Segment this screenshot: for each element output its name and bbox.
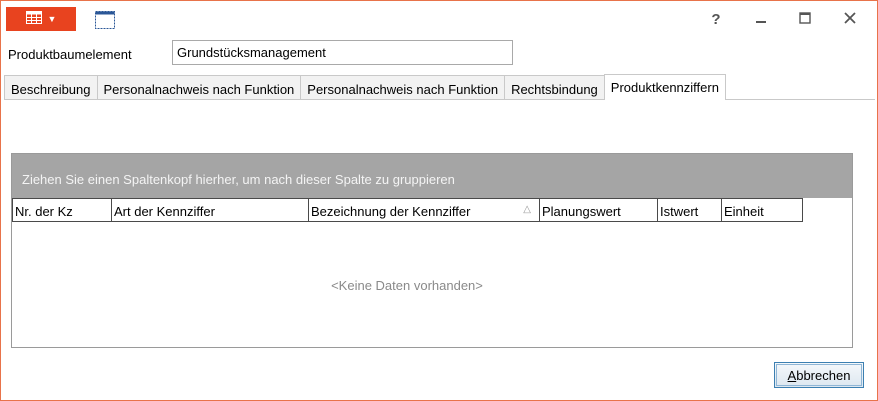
- tab-label: Rechtsbindung: [511, 82, 598, 97]
- close-icon: [844, 11, 856, 27]
- minimize-icon: [755, 12, 767, 27]
- column-header-label: Planungswert: [542, 204, 621, 219]
- tab-label: Personalnachweis nach Funktion: [103, 82, 295, 97]
- title-bar: ▼ ?: [1, 1, 877, 37]
- sort-ascending-icon: △: [523, 204, 531, 215]
- tab-personalnachweis-1[interactable]: Personalnachweis nach Funktion: [96, 75, 302, 100]
- column-header-label: Einheit: [724, 204, 764, 219]
- column-header-planungswert[interactable]: Planungswert: [540, 198, 658, 222]
- grid-header-row: Nr. der Kz Art der Kennziffer Bezeichnun…: [12, 198, 803, 222]
- column-header-art[interactable]: Art der Kennziffer: [112, 198, 309, 222]
- produktbaumelement-input[interactable]: [172, 40, 513, 65]
- tab-personalnachweis-2[interactable]: Personalnachweis nach Funktion: [300, 75, 506, 100]
- group-by-hint: Ziehen Sie einen Spaltenkopf hierher, um…: [22, 172, 455, 187]
- column-header-einheit[interactable]: Einheit: [722, 198, 803, 222]
- close-button[interactable]: [833, 5, 867, 33]
- window-layout-icon: [94, 11, 116, 33]
- cancel-accesskey: A: [787, 367, 797, 383]
- tab-rechtsbindung[interactable]: Rechtsbindung: [504, 75, 605, 100]
- help-label: ?: [711, 10, 721, 28]
- group-by-panel[interactable]: Ziehen Sie einen Spaltenkopf hierher, um…: [12, 154, 852, 198]
- caret-down-icon: ▼: [47, 13, 57, 24]
- maximize-icon: [799, 11, 811, 27]
- dialog-window: ▼ ? Produktbaumelement Grundstücksmanage…: [0, 0, 878, 401]
- tab-label: Produktkennziffern: [610, 80, 719, 95]
- cancel-button[interactable]: Abbrechen: [774, 362, 864, 388]
- window-layout-button[interactable]: [94, 10, 116, 30]
- help-button[interactable]: ?: [699, 5, 733, 33]
- app-menu-button[interactable]: ▼: [6, 7, 76, 31]
- column-header-label: Bezeichnung der Kennziffer: [311, 204, 471, 219]
- column-header-label: Nr. der Kz: [15, 204, 73, 219]
- grid-icon: [25, 11, 42, 27]
- empty-grid-message: <Keine Daten vorhanden>: [331, 278, 483, 293]
- minimize-button[interactable]: [744, 5, 778, 33]
- tab-label: Personalnachweis nach Funktion: [307, 82, 499, 97]
- tab-produktkennziffern[interactable]: Produktkennziffern: [603, 74, 726, 100]
- tab-beschreibung[interactable]: Beschreibung: [4, 75, 98, 100]
- tab-strip: Beschreibung Personalnachweis nach Funkt…: [4, 74, 726, 100]
- column-header-bezeichnung[interactable]: Bezeichnung der Kennziffer △: [309, 198, 540, 222]
- produktbaumelement-label: Produktbaumelement: [8, 47, 132, 62]
- cancel-label-rest: bbrechen: [796, 367, 851, 383]
- column-header-istwert[interactable]: Istwert: [658, 198, 722, 222]
- maximize-button[interactable]: [788, 5, 822, 33]
- column-header-label: Istwert: [660, 204, 699, 219]
- column-header-nr[interactable]: Nr. der Kz: [12, 198, 112, 222]
- column-header-label: Art der Kennziffer: [114, 204, 215, 219]
- kennziffern-grid: Ziehen Sie einen Spaltenkopf hierher, um…: [11, 153, 853, 348]
- tab-label: Beschreibung: [11, 82, 91, 97]
